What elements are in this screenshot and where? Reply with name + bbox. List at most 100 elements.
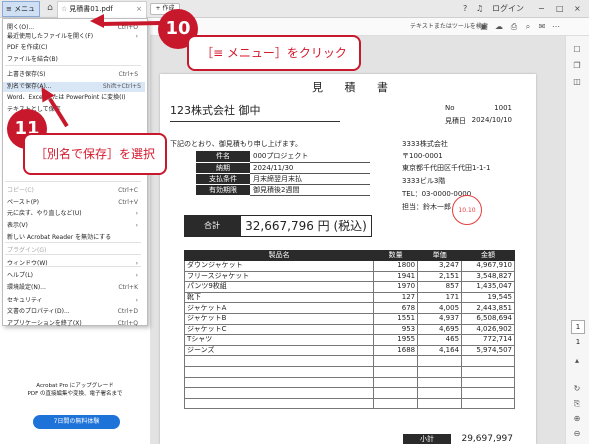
menu-item-label: 開く(O)... — [7, 24, 35, 31]
more-icon[interactable]: ⋯ — [550, 21, 562, 33]
menu-item-label: ファイルを結合(B) — [7, 56, 58, 63]
vendor-postal: 〒100-0001 — [402, 152, 443, 160]
doc-client: 123株式会社 御中 — [170, 104, 261, 117]
upload-icon[interactable]: ☁ — [493, 21, 505, 33]
menu-button[interactable]: ≡ メニュー — [2, 1, 40, 27]
print-icon[interactable]: ⎙ — [508, 21, 520, 33]
save-icon[interactable]: ▣ — [478, 21, 490, 33]
comment-icon[interactable]: ☐ — [570, 44, 584, 56]
cell-qty: 1970 — [373, 281, 419, 293]
step-11-callout: ［別名で保存］を選択 — [23, 133, 167, 175]
zoom-in-icon[interactable]: ⊕ — [570, 413, 584, 425]
cell-price — [417, 397, 463, 410]
cell-price — [417, 365, 463, 378]
menu-item[interactable]: PDF を作成(C) — [7, 43, 142, 53]
info-key: 納期 — [196, 162, 250, 174]
cell-price: 465 — [417, 334, 463, 346]
menu-item[interactable]: 最近使用したファイルを開く(F) › — [7, 32, 142, 42]
table-row — [183, 355, 515, 367]
bookmark-icon[interactable]: ◫ — [570, 76, 584, 88]
cell-product: 靴下 — [183, 291, 375, 304]
vendor-building: 3333ビル3階 — [402, 177, 446, 185]
tool-search[interactable]: テキストまたはツールを検索 — [410, 20, 488, 33]
menu-item[interactable]: セキュリティ › — [7, 296, 142, 306]
table-row — [183, 387, 515, 399]
menu-item-save-as[interactable]: 別名で保存(A)... Shift+Ctrl+S — [3, 82, 145, 92]
menu-item[interactable]: アプリケーションを終了(X) Ctrl+Q — [7, 319, 142, 329]
menu-item-label: 文書のプロパティ(D)... — [7, 308, 70, 315]
menu-item[interactable]: ペースト(P) Ctrl+V — [7, 198, 142, 208]
submenu-chevron-icon: › — [135, 272, 138, 279]
help-icon[interactable]: ? — [463, 2, 467, 15]
fit-page-icon[interactable]: ⎘ — [570, 398, 584, 410]
menu-item[interactable]: Word、Excel または PowerPoint に変換(I) — [7, 93, 142, 103]
table-row: フリースジャケット 1941 2,151 3,548,827 — [183, 270, 515, 283]
table-row: パンツ9枚組 1970 857 1,435,047 — [183, 281, 515, 293]
maximize-button[interactable]: □ — [556, 2, 564, 15]
star-icon[interactable]: ☆ — [61, 5, 67, 13]
cell-amount: 1,435,047 — [461, 281, 515, 293]
menu-item-label: PDF を作成(C) — [7, 44, 48, 51]
document-tab-title: 見積書01.pdf — [69, 5, 113, 13]
info-key: 件名 — [196, 151, 250, 163]
menu-item-label: 元に戻す、やり直しなど(U) — [7, 210, 82, 217]
menu-item-label: セキュリティ — [7, 297, 43, 304]
header-price: 単価 — [417, 250, 463, 261]
login-button[interactable]: ログイン — [492, 2, 524, 15]
doc-note: 下記のとおり、御見積もり申し上げます。 — [170, 140, 303, 148]
step-10-callout: ［≡ メニュー］をクリック — [187, 35, 361, 71]
menu-item[interactable]: 環境設定(N)... Ctrl+K — [7, 283, 142, 293]
menu-item[interactable]: ヘルプ(L) › — [7, 271, 142, 281]
menu-item-shortcut: Ctrl+V — [118, 199, 138, 206]
cell-amount — [461, 387, 515, 399]
menu-item-shortcut: Ctrl+C — [118, 187, 138, 194]
info-value: 000プロジェクト — [250, 151, 370, 163]
cell-price: 4,005 — [417, 302, 463, 314]
menu-item[interactable]: ファイルを結合(B) — [7, 55, 142, 65]
menu-item-label: 環境設定(N)... — [7, 284, 46, 291]
menu-item[interactable]: 上書き保存(S) Ctrl+S — [7, 70, 142, 80]
rotate-icon[interactable]: ↻ — [570, 383, 584, 395]
menu-item[interactable]: ウィンドウ(W) › — [7, 259, 142, 269]
menu-item-label: 上書き保存(S) — [7, 71, 46, 78]
cell-qty — [373, 397, 419, 410]
cell-product: Tシャツ — [183, 334, 375, 346]
mail-icon[interactable]: ✉ — [536, 21, 548, 33]
bell-icon[interactable]: ♫ — [476, 2, 483, 15]
cell-qty: 678 — [373, 302, 419, 314]
close-window-button[interactable]: × — [574, 2, 581, 15]
menu-item-label: ペースト(P) — [7, 199, 39, 206]
cell-amount: 4,967,910 — [461, 260, 515, 272]
menu-item[interactable]: 元に戻す、やり直しなど(U) › — [7, 209, 142, 219]
header-product: 製品名 — [183, 250, 375, 261]
minimize-button[interactable]: − — [538, 2, 545, 15]
zoom-out-icon[interactable]: ⊖ — [570, 428, 584, 440]
pages-icon[interactable]: ❐ — [570, 60, 584, 72]
scroll-up-icon[interactable]: ▴ — [570, 355, 584, 367]
menu-item[interactable]: プラグイン(G) — [7, 246, 142, 256]
close-tab-icon[interactable]: × — [136, 2, 142, 17]
menu-item[interactable]: 文書のプロパティ(D)... Ctrl+D — [7, 307, 142, 317]
cell-qty: 1800 — [373, 260, 419, 272]
callout-10-arrowhead — [90, 14, 104, 28]
info-key: 支払条件 — [196, 173, 250, 185]
menu-item-label: Word、Excel または PowerPoint に変換(I) — [7, 94, 126, 101]
table-row: ジャケットC 953 4,695 4,026,902 — [183, 323, 515, 336]
cell-amount: 3,548,827 — [461, 270, 515, 283]
search-icon[interactable]: ⌕ — [522, 21, 534, 33]
cell-price: 4,695 — [417, 323, 463, 336]
home-icon[interactable]: ⌂ — [44, 2, 56, 14]
submenu-chevron-icon: › — [135, 210, 138, 217]
subtotal-label: 小計 — [403, 434, 451, 444]
free-trial-button[interactable]: 7日間の無料体験 — [33, 415, 120, 429]
client-underline — [170, 121, 340, 122]
cell-amount: 2,443,851 — [461, 302, 515, 314]
menu-item-label: 新しい Acrobat Reader を無効にする — [7, 234, 112, 241]
vendor-person: 担当：鈴木一郎 — [402, 203, 451, 211]
menu-item[interactable]: 表示(V) › — [7, 221, 142, 231]
menu-item-shortcut: Ctrl+S — [118, 71, 138, 78]
total-value: 32,667,796 円 (税込) — [240, 215, 372, 237]
menu-item[interactable]: コピー(C) Ctrl+C — [7, 186, 142, 196]
page-number-input[interactable]: 1 — [571, 320, 585, 334]
menu-item[interactable]: 新しい Acrobat Reader を無効にする — [7, 233, 142, 243]
